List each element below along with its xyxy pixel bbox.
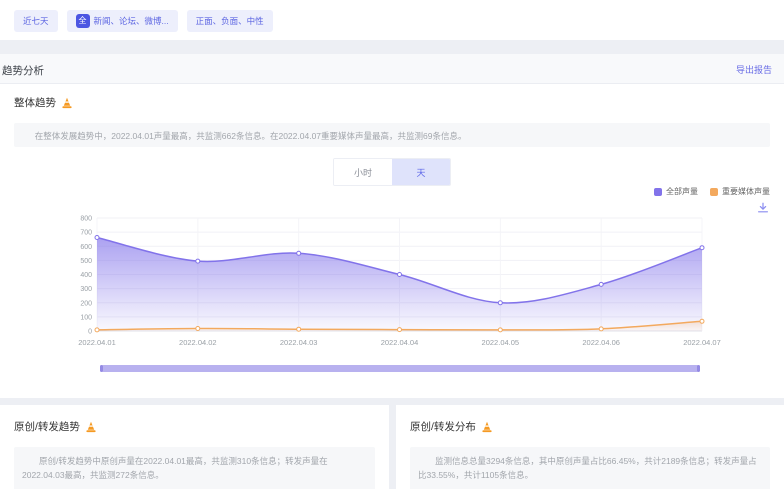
chart-zoom-slider[interactable] [100, 365, 700, 372]
chip-sources-label: 新闻、论坛、微博... [94, 17, 169, 26]
trend-chart-svg: 01002003004005006007008002022.04.012022.… [85, 211, 715, 353]
card2-summary: 监测信息总量3294条信息，其中原创声量占比66.45%，共计2189条信息；转… [410, 447, 770, 489]
card2-title: 原创/转发分布 [410, 419, 493, 434]
all-sources-icon: 全 [76, 14, 90, 28]
chip-date-range-label: 近七天 [23, 17, 49, 26]
svg-text:2022.04.01: 2022.04.01 [78, 338, 116, 347]
tab-hour[interactable]: 小时 [334, 159, 392, 185]
card1-title: 原创/转发趋势 [14, 419, 97, 434]
zoom-handle-left[interactable] [100, 365, 103, 372]
dashboard-page: 近七天 全 新闻、论坛、微博... 正面、负面、中性 趋势分析 导出报告 整体趋… [0, 0, 784, 489]
svg-text:2022.04.03: 2022.04.03 [280, 338, 318, 347]
card1-title-text: 原创/转发趋势 [14, 419, 80, 434]
chip-sources[interactable]: 全 新闻、论坛、微博... [67, 10, 178, 32]
legend-label-all: 全部声量 [666, 186, 698, 197]
svg-text:2022.04.04: 2022.04.04 [381, 338, 419, 347]
svg-text:2022.04.06: 2022.04.06 [582, 338, 620, 347]
legend-swatch-media [710, 188, 718, 196]
svg-text:800: 800 [80, 216, 92, 223]
filter-bar: 近七天 全 新闻、论坛、微博... 正面、负面、中性 [0, 0, 784, 40]
card-original-repost-distribution: 原创/转发分布 监测信息总量3294条信息，其中原创声量占比66.45%，共计2… [396, 405, 784, 489]
zoom-handle-right[interactable] [697, 365, 700, 372]
chip-sentiment-label: 正面、负面、中性 [196, 17, 264, 26]
overall-trend-title: 整体趋势 [14, 95, 73, 110]
card-original-repost-trend: 原创/转发趋势 原创/转发趋势中原创声量在2022.04.01最高，共监测310… [0, 405, 389, 489]
svg-text:600: 600 [80, 244, 92, 251]
card1-summary: 原创/转发趋势中原创声量在2022.04.01最高，共监测310条信息；转发声量… [14, 447, 375, 489]
svg-text:700: 700 [80, 230, 92, 237]
tab-day[interactable]: 天 [392, 159, 450, 185]
legend-item-media-volume[interactable]: 重要媒体声量 [710, 186, 770, 197]
svg-text:2022.04.05: 2022.04.05 [482, 338, 520, 347]
svg-text:100: 100 [80, 314, 92, 321]
overall-trend-title-text: 整体趋势 [14, 95, 56, 110]
legend-swatch-all [654, 188, 662, 196]
svg-text:2022.04.07: 2022.04.07 [683, 338, 721, 347]
chip-date-range[interactable]: 近七天 [14, 10, 58, 32]
card2-title-text: 原创/转发分布 [410, 419, 476, 434]
legend-label-media: 重要媒体声量 [722, 186, 770, 197]
panel-header: 趋势分析 导出报告 [0, 54, 784, 84]
svg-text:300: 300 [80, 286, 92, 293]
trend-chart[interactable]: 01002003004005006007008002022.04.012022.… [85, 211, 715, 353]
trend-analysis-panel: 趋势分析 导出报告 整体趋势 在整体发展趋势中，2022.04.01声量最高，共… [0, 54, 784, 398]
page-title: 趋势分析 [2, 63, 44, 78]
chip-sentiment[interactable]: 正面、负面、中性 [187, 10, 273, 32]
svg-text:400: 400 [80, 272, 92, 279]
cone-icon [85, 421, 97, 433]
export-report-link[interactable]: 导出报告 [736, 63, 772, 76]
download-chart-icon[interactable] [756, 201, 770, 215]
legend-item-all-volume[interactable]: 全部声量 [654, 186, 698, 197]
svg-text:2022.04.02: 2022.04.02 [179, 338, 217, 347]
svg-text:500: 500 [80, 258, 92, 265]
bottom-cards: 原创/转发趋势 原创/转发趋势中原创声量在2022.04.01最高，共监测310… [0, 405, 784, 489]
svg-text:0: 0 [88, 329, 92, 336]
cone-icon [61, 97, 73, 109]
filter-chips: 近七天 全 新闻、论坛、微博... 正面、负面、中性 [14, 10, 273, 32]
svg-text:200: 200 [80, 300, 92, 307]
granularity-tabs: 小时 天 [333, 158, 451, 186]
overall-trend-summary: 在整体发展趋势中，2022.04.01声量最高，共监测662条信息。在2022.… [14, 123, 770, 147]
cone-icon [481, 421, 493, 433]
chart-legend: 全部声量 重要媒体声量 [654, 186, 770, 197]
